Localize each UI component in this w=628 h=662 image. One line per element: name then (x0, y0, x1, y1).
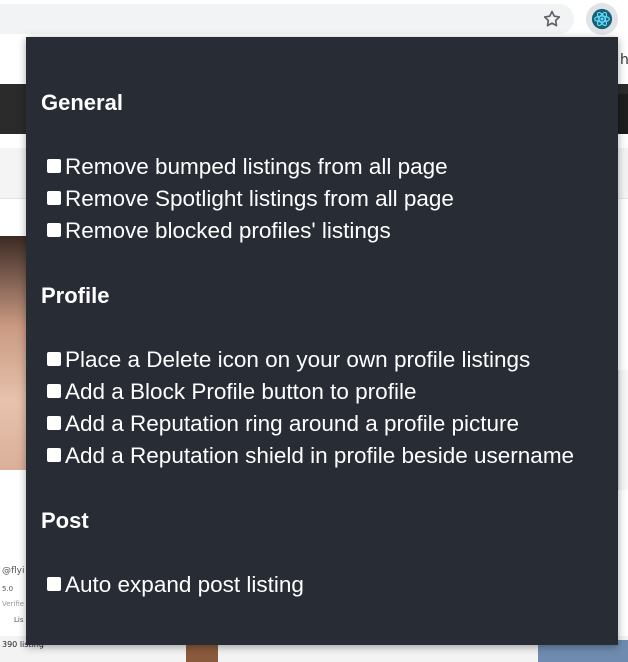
option-remove-blocked[interactable]: Remove blocked profiles' listings (41, 215, 602, 247)
checkbox[interactable] (47, 223, 61, 238)
profile-avatar (0, 470, 26, 550)
checkbox[interactable] (47, 159, 61, 174)
address-bar[interactable] (0, 4, 574, 34)
section-profile: Profile Place a Delete icon on your own … (41, 247, 602, 472)
option-auto-expand[interactable]: Auto expand post listing (41, 569, 602, 601)
option-reputation-shield[interactable]: Add a Reputation shield in profile besid… (41, 440, 602, 472)
option-delete-icon[interactable]: Place a Delete icon on your own profile … (41, 344, 602, 376)
section-post: Post Auto expand post listing (41, 472, 602, 601)
profile-username: @flyi (2, 566, 25, 576)
option-label: Remove blocked profiles' listings (65, 218, 391, 243)
extension-icon[interactable] (586, 3, 618, 35)
checkbox[interactable] (47, 191, 61, 206)
bookmark-star-icon[interactable] (540, 7, 564, 31)
option-label: Place a Delete icon on your own profile … (65, 347, 531, 372)
option-remove-spotlight[interactable]: Remove Spotlight listings from all page (41, 183, 602, 215)
checkbox[interactable] (47, 448, 61, 463)
checkbox[interactable] (47, 352, 61, 367)
section-title: Post (41, 508, 89, 533)
browser-toolbar (0, 0, 628, 38)
section-general: General Remove bumped listings from all … (41, 53, 602, 247)
page-text-fragment: h (620, 52, 628, 68)
page-right-edge (618, 94, 628, 134)
option-label: Auto expand post listing (65, 572, 304, 597)
checkbox[interactable] (47, 577, 61, 592)
profile-listings-label: Lis (14, 616, 24, 624)
option-label: Remove Spotlight listings from all page (65, 186, 454, 211)
option-label: Add a Reputation ring around a profile p… (65, 411, 520, 436)
option-label: Add a Block Profile button to profile (65, 379, 417, 404)
section-title: Profile (41, 283, 110, 308)
option-reputation-ring[interactable]: Add a Reputation ring around a profile p… (41, 408, 602, 440)
profile-verified: Verifie (2, 600, 25, 608)
listing-card-edge (618, 370, 628, 490)
option-block-profile[interactable]: Add a Block Profile button to profile (41, 376, 602, 408)
profile-rating: 5.0 (2, 585, 14, 593)
option-label: Remove bumped listings from all page (65, 154, 448, 179)
option-label: Add a Reputation shield in profile besid… (65, 443, 575, 468)
option-remove-bumped[interactable]: Remove bumped listings from all page (41, 151, 602, 183)
checkbox[interactable] (47, 416, 61, 431)
extension-popup: General Remove bumped listings from all … (26, 37, 618, 645)
section-title: General (41, 90, 123, 115)
checkbox[interactable] (47, 384, 61, 399)
